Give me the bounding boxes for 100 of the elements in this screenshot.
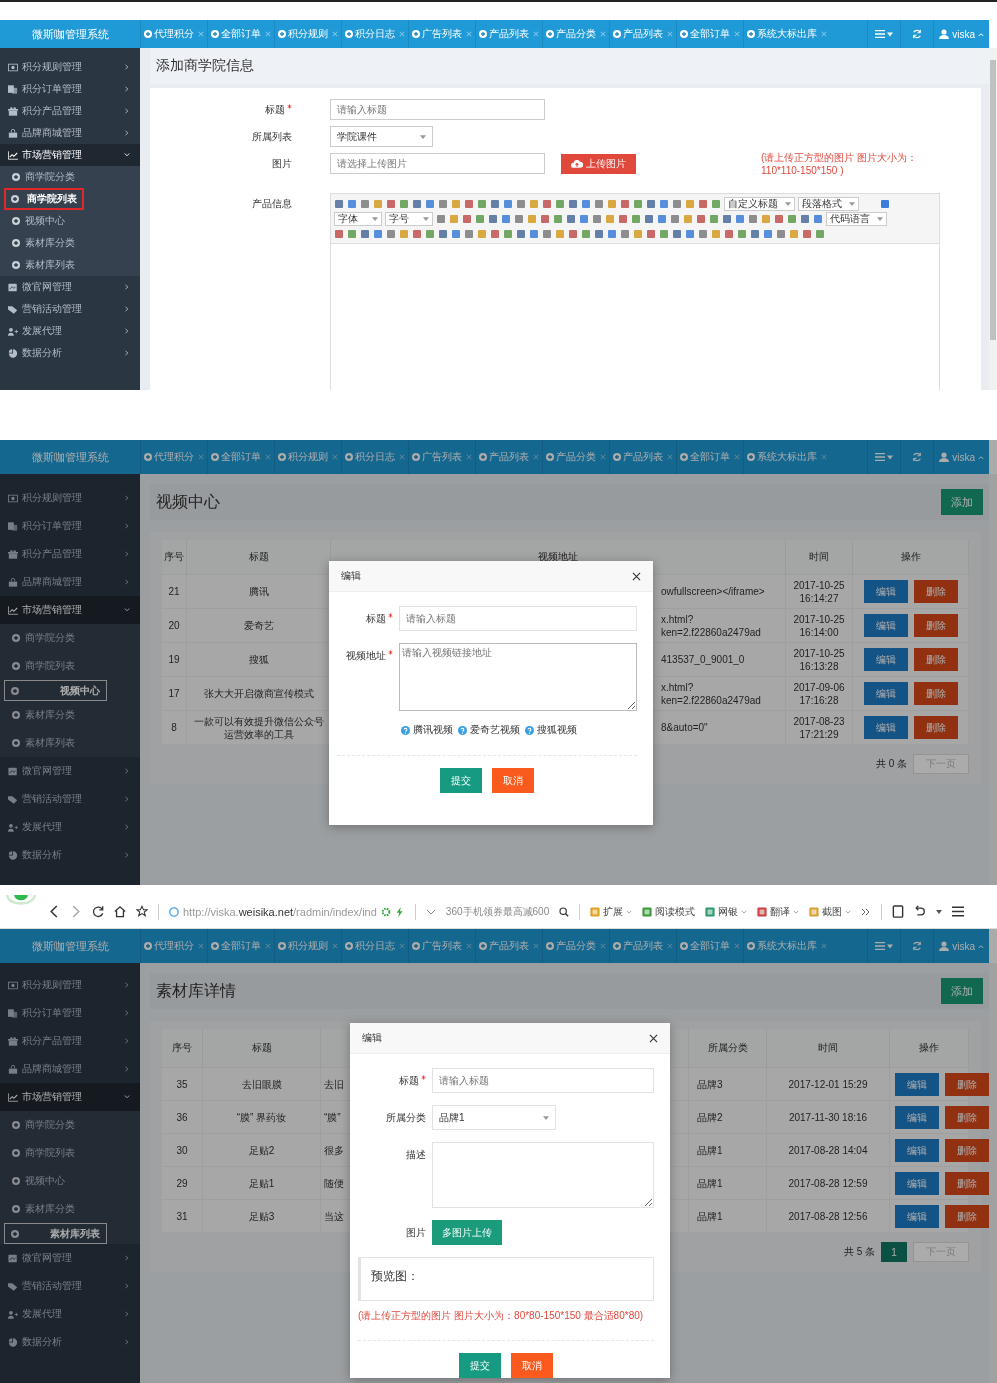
toolbar-icon[interactable] (776, 228, 786, 239)
toolbar-icon[interactable] (360, 198, 370, 209)
toolbar-icon[interactable] (436, 213, 446, 224)
sidebar-item[interactable]: 数据分析 (0, 841, 140, 869)
delete-button[interactable]: 删除 (945, 1072, 989, 1096)
toolbar-icon[interactable] (657, 213, 667, 224)
sidebar-item[interactable]: 积分规则管理 (0, 484, 140, 512)
toolbar-icon[interactable] (540, 213, 550, 224)
delete-button[interactable]: 删除 (913, 716, 958, 739)
toolbar-icon[interactable] (633, 228, 643, 239)
toolbar-icon[interactable] (592, 213, 602, 224)
toolbar-icon[interactable] (620, 228, 630, 239)
toolbar-icon[interactable] (516, 198, 526, 209)
upload-button[interactable]: 上传图片 (561, 153, 636, 174)
sidebar-item[interactable]: 品牌商城管理 (0, 568, 140, 596)
toolbar-icon[interactable] (581, 228, 591, 239)
sidebar-item[interactable]: 品牌商城管理 (0, 1055, 140, 1083)
text-field[interactable]: 请输入标题 (330, 99, 545, 120)
edit-button[interactable]: 编辑 (863, 614, 908, 637)
toolbar-icon[interactable] (477, 228, 487, 239)
toolbar-icon[interactable] (568, 198, 578, 209)
toolbar-icon[interactable] (529, 198, 539, 209)
toolbar-icon[interactable] (438, 228, 448, 239)
toolbar-icon[interactable] (761, 213, 771, 224)
toolbar-icon[interactable] (568, 228, 578, 239)
sidebar-item[interactable]: 数据分析 (0, 342, 140, 364)
toolbar-icon[interactable] (555, 198, 565, 209)
toolbar-icon[interactable] (685, 198, 695, 209)
sidebar-item[interactable]: 积分产品管理 (0, 100, 140, 122)
toolbar-icon[interactable] (644, 213, 654, 224)
edit-button[interactable]: 编辑 (895, 1204, 939, 1228)
toolbar-icon[interactable] (425, 198, 435, 209)
toolbar-icon[interactable] (399, 228, 409, 239)
toolbar-button[interactable]: 阅读模式 (642, 904, 696, 919)
sidebar-item[interactable]: 微官网管理 (0, 757, 140, 785)
toolbar-icon[interactable] (399, 198, 409, 209)
toolbar-icon[interactable] (696, 213, 706, 224)
toolbar-icon[interactable] (748, 213, 758, 224)
star-icon[interactable] (136, 905, 148, 918)
toolbar-button[interactable]: 网银 (705, 904, 748, 919)
toolbar-icon[interactable] (735, 213, 745, 224)
toolbar-icon[interactable] (605, 213, 615, 224)
sidebar-item[interactable]: 市场营销管理 (0, 1083, 140, 1111)
delete-button[interactable]: 删除 (945, 1204, 989, 1228)
toolbar-icon[interactable] (347, 198, 357, 209)
toolbar-icon[interactable] (631, 213, 641, 224)
edit-button[interactable]: 编辑 (895, 1138, 939, 1162)
toolbar-icon[interactable] (438, 198, 448, 209)
toolbar-icon[interactable] (685, 228, 695, 239)
toolbar-icon[interactable] (555, 228, 565, 239)
toolbar-icon[interactable] (425, 228, 435, 239)
toolbar-icon[interactable] (501, 213, 511, 224)
sidebar-subitem[interactable]: 视频中心 (4, 210, 136, 232)
sidebar-item[interactable]: 发展代理 (0, 1300, 140, 1328)
submit-button[interactable]: 提交 (459, 1353, 501, 1378)
toolbar-icon[interactable] (594, 198, 604, 209)
toolbar-icon[interactable] (659, 198, 669, 209)
toolbar-button[interactable]: 截图 (809, 904, 852, 919)
toolbar-icon[interactable] (334, 228, 344, 239)
edit-button[interactable]: 编辑 (863, 716, 908, 739)
edit-button[interactable]: 编辑 (863, 682, 908, 705)
forward-icon[interactable] (70, 905, 82, 918)
toolbar-button[interactable]: 扩展 (590, 904, 633, 919)
toolbar-icon[interactable] (800, 213, 810, 224)
close-icon[interactable] (649, 1033, 658, 1043)
add-button[interactable]: 添加 (941, 978, 983, 1004)
toolbar-icon[interactable] (722, 213, 732, 224)
toolbar-icon[interactable] (737, 228, 747, 239)
toolbar-icon[interactable] (607, 198, 617, 209)
sidebar-subitem[interactable]: 商学院分类 (4, 166, 136, 188)
double-chevron-icon[interactable] (861, 906, 872, 917)
sidebar-item[interactable]: 品牌商城管理 (0, 122, 140, 144)
toolbar-icon[interactable] (813, 213, 823, 224)
sidebar-item[interactable]: 积分产品管理 (0, 1027, 140, 1055)
text-area-field[interactable]: 请输入视频链接地址 (399, 643, 637, 711)
sidebar-item[interactable]: 积分产品管理 (0, 540, 140, 568)
text-area-field[interactable] (432, 1142, 654, 1208)
submit-button[interactable]: 提交 (440, 768, 482, 793)
toolbar-icon[interactable] (529, 228, 539, 239)
toolbar-icon[interactable] (672, 198, 682, 209)
delete-button[interactable]: 删除 (913, 648, 958, 671)
toolbar-icon[interactable] (683, 213, 693, 224)
text-field[interactable]: 请输入标题 (432, 1068, 654, 1093)
undo-icon[interactable] (914, 905, 927, 918)
gear-icon[interactable] (380, 906, 391, 917)
sidebar-subitem[interactable]: 商学院分类 (4, 1111, 136, 1139)
page-button[interactable]: 1 (881, 1242, 907, 1262)
toolbar-icon[interactable] (787, 213, 797, 224)
sidebar-item[interactable]: 营销活动管理 (0, 785, 140, 813)
text-field[interactable]: 请输入标题 (399, 606, 637, 631)
toolbar-icon[interactable] (347, 228, 357, 239)
toolbar-icon[interactable] (464, 198, 474, 209)
delete-button[interactable]: 删除 (913, 682, 958, 705)
cancel-button[interactable]: 取消 (511, 1353, 553, 1378)
toolbar-icon[interactable] (503, 198, 513, 209)
toolbar-icon[interactable] (503, 228, 513, 239)
toolbar-dropdown[interactable]: 代码语言 (826, 211, 887, 226)
toolbar-dropdown[interactable]: 自定义标题 (724, 196, 795, 211)
home-icon[interactable] (114, 905, 126, 918)
sidebar-item[interactable]: 积分规则管理 (0, 56, 140, 78)
